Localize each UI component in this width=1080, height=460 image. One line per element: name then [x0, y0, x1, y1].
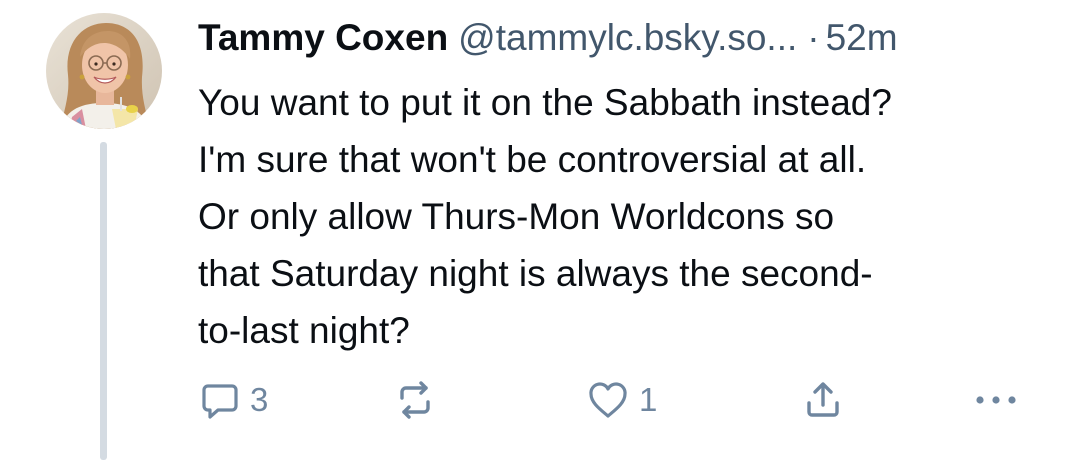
share-button[interactable]: [802, 370, 844, 430]
meta-separator: ·: [807, 17, 820, 58]
author-handle[interactable]: @tammylc.bsky.so...: [458, 17, 797, 58]
share-icon: [807, 382, 839, 417]
post[interactable]: Tammy Coxen @tammylc.bsky.so... · 52m You w…: [0, 0, 1080, 460]
reply-count: 3: [250, 381, 269, 418]
post-text: You want to put it on the Sabbath instea…: [198, 82, 892, 351]
post-actions: 3 1: [198, 370, 1043, 430]
avatar-image: [46, 13, 162, 129]
post-timestamp[interactable]: 52m: [826, 17, 898, 58]
like-button[interactable]: 1: [587, 370, 657, 430]
repost-icon: [400, 381, 430, 419]
avatar[interactable]: [46, 13, 162, 129]
more-options-icon: [976, 396, 1016, 404]
like-count: 1: [639, 381, 658, 418]
repost-button[interactable]: [393, 370, 447, 430]
author-display-name[interactable]: Tammy Coxen: [198, 17, 448, 58]
heart-icon: [589, 382, 627, 418]
thread-line: [100, 142, 107, 460]
comment-icon: [202, 384, 238, 419]
more-options-button[interactable]: [974, 370, 1018, 430]
post-header: Tammy Coxen @tammylc.bsky.so... · 52m: [198, 14, 1043, 62]
reply-button[interactable]: 3: [200, 370, 268, 430]
